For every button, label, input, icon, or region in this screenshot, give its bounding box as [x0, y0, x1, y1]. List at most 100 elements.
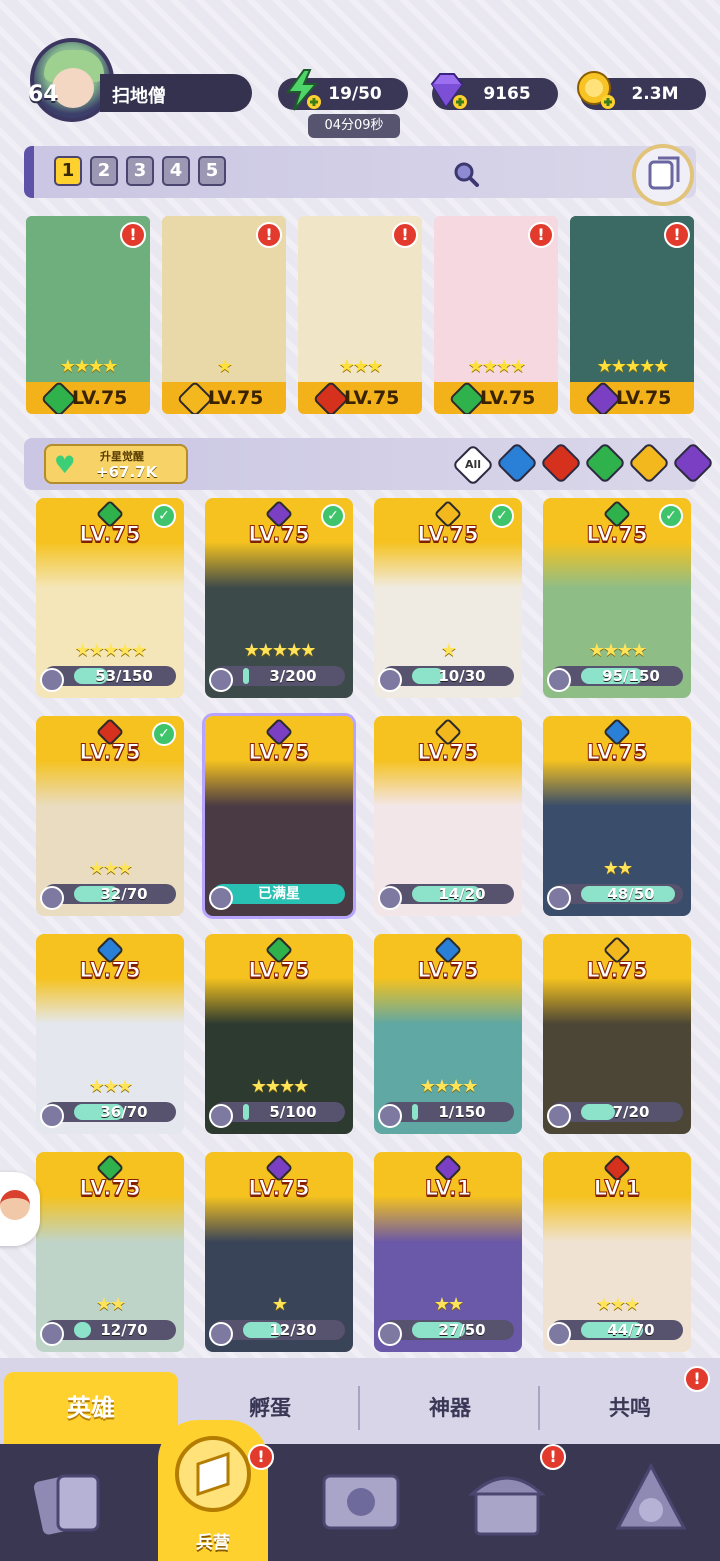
hero-shard-count: 14/20	[438, 885, 486, 903]
deck-alert-badge: !	[528, 222, 554, 248]
hero-card[interactable]: LV.75 ★ 12/30	[205, 1152, 353, 1352]
filter-all-label: All	[464, 458, 482, 471]
hero-shard-count: 1/150	[438, 1103, 486, 1121]
check-icon: ✓	[152, 722, 176, 746]
cards-icon[interactable]	[24, 1458, 114, 1548]
hero-shard-count: 12/70	[100, 1321, 148, 1339]
deck-card[interactable]: ★★★★ LV.75 !	[434, 216, 558, 414]
hero-card[interactable]: LV.75 ★★★ ✓ 32/70	[36, 716, 184, 916]
sub-tab-bar: 英雄 孵蛋 神器 共鸣 !	[0, 1358, 720, 1444]
team-tab-1[interactable]: 1	[54, 156, 82, 186]
check-icon: ✓	[152, 504, 176, 528]
deck-card[interactable]: ★ LV.75 !	[162, 216, 286, 414]
hero-shard-bar: 32/70	[44, 884, 176, 904]
hero-card[interactable]: LV.75 ★★★ 36/70	[36, 934, 184, 1134]
floating-assistant-avatar[interactable]	[0, 1172, 40, 1246]
hero-card[interactable]: LV.75 ★★★★ 5/100	[205, 934, 353, 1134]
hero-level: LV.75	[79, 958, 141, 983]
filter-light-icon[interactable]	[627, 441, 671, 485]
shop-alert-badge: !	[540, 1444, 566, 1470]
hero-level: LV.75	[248, 740, 310, 765]
hero-level: LV.75	[586, 740, 648, 765]
team-tab-2[interactable]: 2	[90, 156, 118, 186]
check-icon: ✓	[321, 504, 345, 528]
shard-icon	[547, 668, 571, 692]
hero-card[interactable]: LV.75 ★★★★★ ✓ 3/200	[205, 498, 353, 698]
deck-level: LV.75	[616, 387, 672, 409]
hero-shard-bar: 44/70	[551, 1320, 683, 1340]
hero-card[interactable]: LV.75 ★★★★★ ✓ 53/150	[36, 498, 184, 698]
filter-water-icon[interactable]	[495, 441, 539, 485]
hero-shard-bar: 14/20	[382, 884, 514, 904]
deck-card[interactable]: ★★★★ LV.75 !	[26, 216, 150, 414]
shard-icon	[547, 1104, 571, 1128]
shard-icon	[209, 886, 233, 910]
team-tab-3[interactable]: 3	[126, 156, 154, 186]
hero-card[interactable]: LV.1 ★★★ 44/70	[543, 1152, 691, 1352]
barracks-icon	[175, 1436, 251, 1512]
awaken-label: 升星觉醒	[100, 450, 144, 463]
deck-stars: ★	[216, 356, 233, 377]
hero-shard-count: 12/30	[269, 1321, 317, 1339]
deck-level: LV.75	[208, 387, 264, 409]
hero-shard-count: 7/20	[612, 1103, 650, 1121]
gold-coin-icon	[577, 71, 615, 109]
shop-icon[interactable]	[462, 1458, 552, 1548]
deck-card[interactable]: ★★★ LV.75 !	[298, 216, 422, 414]
hero-card[interactable]: LV.75 7/20	[543, 934, 691, 1134]
team-tab-5[interactable]: 5	[198, 156, 226, 186]
guild-icon[interactable]	[606, 1458, 696, 1548]
hero-level: LV.1	[593, 1176, 641, 1201]
hero-shard-bar: 7/20	[551, 1102, 683, 1122]
hero-card[interactable]: LV.75 ★★ 12/70	[36, 1152, 184, 1352]
player-name[interactable]: 扫地僧	[100, 74, 252, 112]
barracks-alert-badge: !	[248, 1444, 274, 1470]
swap-icon	[648, 156, 680, 190]
tab-heroes[interactable]: 英雄	[4, 1372, 178, 1444]
hero-shard-bar: 12/30	[213, 1320, 345, 1340]
nav-barracks-label: 兵营	[196, 1533, 230, 1553]
map-icon[interactable]	[316, 1458, 406, 1548]
hero-card[interactable]: LV.75 ★★★★ 1/150	[374, 934, 522, 1134]
hero-shard-count: 27/50	[438, 1321, 486, 1339]
assistant-face	[0, 1190, 30, 1220]
hero-shard-count: 44/70	[607, 1321, 655, 1339]
hero-stars: ★★★★★	[243, 640, 317, 661]
hero-level: LV.75	[79, 1176, 141, 1201]
hero-stars: ★★★★★	[74, 640, 148, 661]
deck-alert-badge: !	[120, 222, 146, 248]
team-tab-4[interactable]: 4	[162, 156, 190, 186]
hero-card[interactable]: LV.75 ★ ✓ 10/30	[374, 498, 522, 698]
filter-all-button[interactable]: All	[451, 443, 495, 487]
hero-card[interactable]: LV.1 ★★ 27/50	[374, 1152, 522, 1352]
hero-shard-count: 32/70	[100, 885, 148, 903]
hero-card[interactable]: LV.75 已满星	[205, 716, 353, 916]
hero-stars: ★★	[602, 858, 633, 879]
resonance-alert-badge: !	[684, 1366, 710, 1392]
shard-icon	[40, 668, 64, 692]
star-awaken-button[interactable]: ♥ 升星觉醒 +67.7K	[44, 444, 188, 484]
hero-shard-bar: 27/50	[382, 1320, 514, 1340]
hero-card[interactable]: LV.75 ★★ 48/50	[543, 716, 691, 916]
hero-shard-count: 5/100	[269, 1103, 317, 1121]
tab-artifacts[interactable]: 神器	[360, 1372, 540, 1444]
deck-level: LV.75	[344, 387, 400, 409]
hero-stars: ★★★★	[250, 1076, 310, 1097]
hero-shard-bar: 12/70	[44, 1320, 176, 1340]
swap-team-button[interactable]	[632, 144, 694, 206]
gem-value: 9165	[483, 84, 531, 104]
deck-card[interactable]: ★★★★★ LV.75 !	[570, 216, 694, 414]
shard-icon	[209, 1322, 233, 1346]
hero-card[interactable]: LV.75 ★★★★ ✓ 95/150	[543, 498, 691, 698]
hero-shard-count: 48/50	[607, 885, 655, 903]
hero-level: LV.1	[424, 1176, 472, 1201]
hero-level: LV.75	[248, 958, 310, 983]
heart-icon: ♥	[54, 451, 76, 479]
hero-card[interactable]: LV.75 14/20	[374, 716, 522, 916]
filter-fire-icon[interactable]	[539, 441, 583, 485]
shard-icon	[378, 1104, 402, 1128]
search-icon[interactable]	[452, 160, 480, 188]
filter-nature-icon[interactable]	[583, 441, 627, 485]
hero-stars: ★★	[95, 1294, 126, 1315]
hero-shard-bar: 36/70	[44, 1102, 176, 1122]
